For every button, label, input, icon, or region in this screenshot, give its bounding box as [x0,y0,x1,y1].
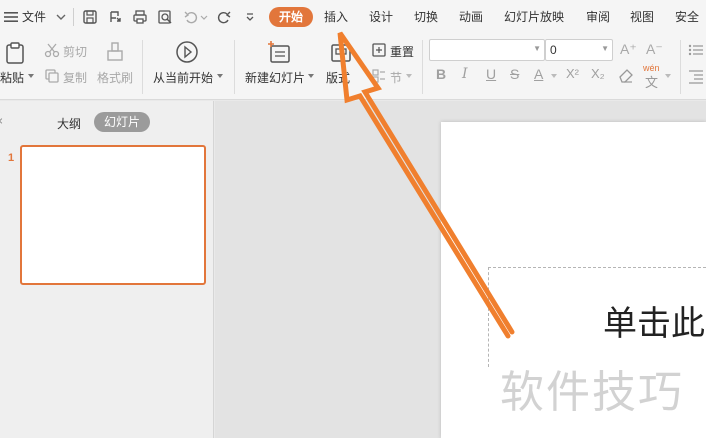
tab-view[interactable]: 视图 [630,0,654,34]
font-size-select[interactable]: 0 ▼ [545,39,613,61]
ribbon-separator [142,40,143,94]
chevron-down-icon[interactable] [52,8,70,26]
play-dropdown-icon[interactable] [216,72,224,80]
file-menu[interactable]: 文件 [22,0,46,34]
cut-button[interactable]: 剪切 [63,43,87,60]
font-color-dropdown-icon[interactable] [550,72,558,80]
bold-button[interactable]: B [436,66,446,82]
reset-icon[interactable] [371,42,387,58]
font-size-value: 0 [550,43,557,57]
increase-font-size-button[interactable]: A⁺ [620,41,637,58]
cut-icon[interactable] [44,42,60,58]
superscript-button[interactable]: X² [566,66,579,81]
layout-icon[interactable] [330,42,352,64]
underline-button[interactable]: U [486,66,496,82]
bullet-list-icon[interactable] [688,42,704,58]
placeholder-text[interactable]: 单击此 [603,296,705,345]
tab-animations[interactable]: 动画 [459,0,483,34]
tab-security[interactable]: 安全 [675,0,699,34]
print-preview-icon[interactable] [156,8,174,26]
save-icon[interactable] [81,8,99,26]
layout-button[interactable]: 版式 [326,69,350,86]
format-painter-icon[interactable] [104,40,126,64]
print-icon[interactable] [131,8,149,26]
hamburger-menu-icon[interactable] [2,8,20,26]
watermark: 软件技巧 [500,368,684,417]
section-dropdown-icon[interactable] [405,72,413,80]
format-painter-button[interactable]: 格式刷 [97,69,133,86]
export-pdf-icon[interactable] [106,8,124,26]
italic-button[interactable]: I [462,66,468,82]
tab-slides[interactable]: 幻灯片 [94,112,150,132]
eraser-icon[interactable] [617,66,635,84]
new-slide-icon[interactable] [266,40,292,66]
reset-button[interactable]: 重置 [390,43,414,60]
font-size-dropdown-icon[interactable]: ▼ [601,44,609,53]
menu-bar: 文件 开始 插入 设计 切换 动画 幻灯片放映 审阅 视图 安全 [0,0,706,34]
tab-transitions[interactable]: 切换 [414,0,438,34]
undo-dropdown-icon[interactable] [198,8,210,26]
pinyin-dropdown-icon[interactable] [664,72,672,80]
play-icon[interactable] [175,40,199,64]
indent-icon[interactable] [688,68,704,84]
paste-icon[interactable] [4,40,26,66]
decrease-font-size-button[interactable]: A⁻ [646,41,663,58]
ribbon-separator [234,40,235,94]
section-icon[interactable] [371,68,387,84]
slide-thumbnail[interactable] [20,145,206,285]
tab-review[interactable]: 审阅 [586,0,610,34]
close-panel-icon[interactable]: × [0,114,3,128]
section-button[interactable]: 节 [390,69,402,86]
copy-icon[interactable] [44,68,60,84]
paste-button[interactable]: 粘贴 [0,69,24,86]
font-name-dropdown-icon[interactable]: ▼ [533,44,541,53]
tab-insert[interactable]: 插入 [324,0,348,34]
paste-dropdown-icon[interactable] [27,72,35,80]
strikethrough-button[interactable]: S [510,66,519,82]
new-slide-button[interactable]: 新建幻灯片 [245,69,305,86]
ribbon-separator [422,40,423,94]
tab-slideshow[interactable]: 幻灯片放映 [504,0,564,34]
slide-number: 1 [8,152,15,164]
font-name-select[interactable]: ▼ [429,39,545,61]
tab-design[interactable]: 设计 [369,0,393,34]
ribbon-separator [680,40,681,94]
menu-separator [73,8,74,26]
tab-outline[interactable]: 大纲 [57,115,81,132]
font-color-button[interactable]: A [534,66,543,82]
copy-button[interactable]: 复制 [63,69,87,86]
tab-home[interactable]: 开始 [269,7,313,27]
new-slide-dropdown-icon[interactable] [307,72,315,80]
play-from-current-button[interactable]: 从当前开始 [153,69,213,86]
customize-toolbar-icon[interactable] [241,8,259,26]
redo-icon[interactable] [215,8,233,26]
subscript-button[interactable]: X₂ [591,66,605,81]
pinyin-guide-button[interactable]: 文 [645,72,658,91]
